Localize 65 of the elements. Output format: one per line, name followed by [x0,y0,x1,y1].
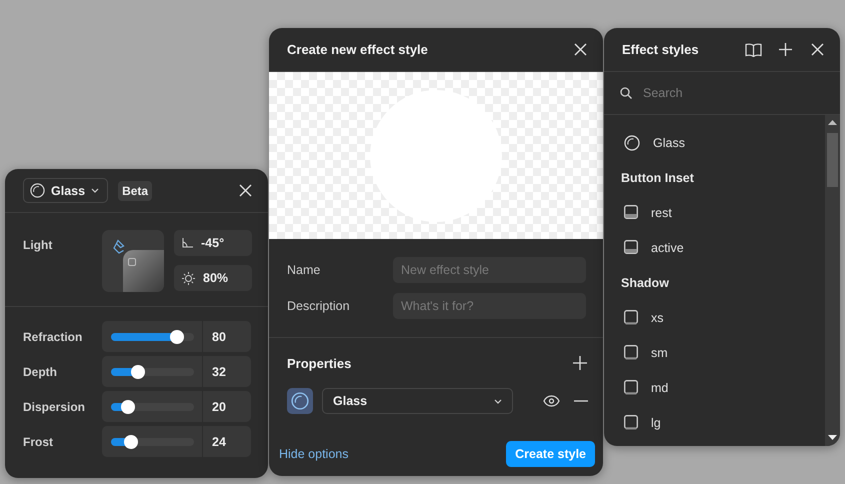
slider-label: Dispersion [23,400,86,414]
slider-thumb[interactable] [120,400,135,414]
field-label: Description [287,299,351,313]
style-item[interactable]: xs [651,310,664,324]
minus-icon [574,400,588,402]
style-swatch-icon [624,310,638,325]
angle-icon [182,238,193,248]
slider-label: Frost [23,434,54,448]
plus-icon [573,356,587,370]
angle-field[interactable]: -45° [174,230,252,256]
style-swatch-icon [624,240,638,255]
effect-select[interactable]: Glass [23,178,108,203]
chevron-down-icon [91,188,100,193]
style-swatch-icon [624,205,638,220]
slider-label: Refraction [23,330,84,344]
style-item[interactable]: active [651,240,684,254]
scroll-down-icon [828,435,837,440]
close-icon [810,43,824,56]
slider[interactable] [111,402,194,410]
style-swatch-icon [624,345,638,360]
style-item[interactable]: lg [651,416,661,430]
intensity-field[interactable]: 80% [174,265,252,291]
sun-icon [182,272,195,284]
hide-options-link[interactable]: Hide options [279,447,348,461]
field-label: Name [287,263,322,277]
style-swatch-icon [624,415,638,430]
effect-select[interactable]: Glass [322,388,513,414]
slider-thumb[interactable] [124,434,138,448]
slider-thumb[interactable] [130,364,145,378]
slider[interactable] [111,438,194,446]
glass-icon [291,392,309,410]
chevron-down-icon [494,398,502,404]
text-field[interactable]: New effect style [393,257,586,283]
eye-icon [543,395,560,407]
glass-icon [624,134,640,150]
light-handle[interactable] [128,258,136,266]
panel-title: Effect styles [622,42,700,57]
slider[interactable] [111,332,194,340]
scrollbar[interactable] [825,115,840,446]
group-heading: Button Inset [621,170,694,184]
slider-label: Depth [23,364,58,378]
effect-swatch[interactable] [287,388,313,414]
book-icon [744,42,762,56]
scroll-thumb[interactable] [827,133,838,187]
slider[interactable] [111,368,194,376]
close-icon [238,184,252,197]
search-icon [620,87,632,99]
plus-icon [778,43,792,56]
dialog-title: Create new effect style [287,42,429,57]
light-label: Light [23,238,54,252]
style-item[interactable]: rest [651,206,672,220]
scroll-up-icon [828,120,837,125]
style-item[interactable]: sm [651,346,668,360]
text-field[interactable]: What's it for? [393,293,586,319]
light-direction-control[interactable] [102,230,164,292]
search-field[interactable]: Search [641,85,811,101]
style-item[interactable]: md [651,380,668,394]
beta-badge: Beta [118,180,152,200]
slider-thumb[interactable] [170,330,184,344]
group-heading: Shadow [621,276,669,290]
glass-icon [30,183,45,198]
close-icon [574,43,586,56]
style-swatch-icon [624,380,638,395]
style-item[interactable]: Glass [653,136,685,150]
properties-heading: Properties [287,356,352,370]
